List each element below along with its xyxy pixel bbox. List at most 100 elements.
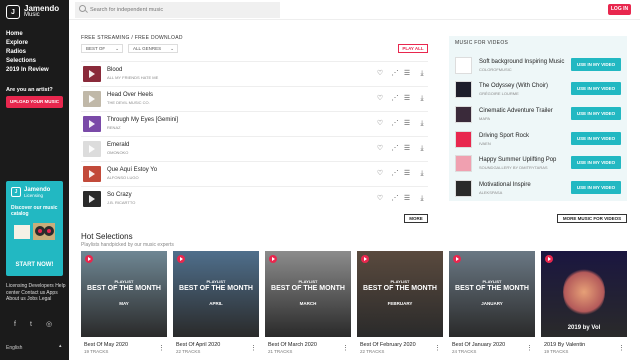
track-artist[interactable]: ALFONSO LUGO	[107, 175, 139, 180]
share-icon[interactable]: ⋰	[391, 145, 399, 152]
sort-dropdown[interactable]: BEST OF ⌄	[81, 44, 123, 53]
playlist-name[interactable]: 2019 By Valentin	[544, 342, 585, 348]
video-track-artist[interactable]: MAPA	[479, 116, 490, 121]
language-selector[interactable]: English	[6, 345, 22, 351]
more-options-icon[interactable]: ⋮	[434, 345, 441, 352]
track-title[interactable]: Que Aquí Estoy Yo	[107, 167, 157, 173]
video-track-cover[interactable]	[455, 155, 472, 172]
play-icon[interactable]	[85, 255, 93, 263]
more-options-icon[interactable]: ⋮	[342, 345, 349, 352]
video-track-artist[interactable]: COLOROFMUSIC	[479, 67, 512, 72]
video-track-cover[interactable]	[455, 57, 472, 74]
more-options-icon[interactable]: ⋮	[158, 345, 165, 352]
track-row[interactable]: Blood ALL MY FRIENDS HATE ME ♡ ⋰ ☰ ⤓	[81, 61, 428, 85]
play-icon[interactable]	[269, 255, 277, 263]
footer-links[interactable]: Licensing Developers Help center Contact…	[6, 283, 66, 303]
heart-icon[interactable]: ♡	[376, 195, 384, 202]
track-cover[interactable]	[83, 191, 101, 207]
more-options-icon[interactable]: ⋮	[618, 345, 625, 352]
playlist-cover[interactable]: PLAYLIST BEST OF THE MONTH MAY	[81, 251, 167, 337]
playlist-add-icon[interactable]: ☰	[403, 95, 411, 102]
search-input[interactable]	[75, 2, 280, 18]
play-icon[interactable]	[361, 255, 369, 263]
upload-music-button[interactable]: UPLOAD YOUR MUSIC	[6, 96, 63, 108]
video-track-row[interactable]: Cinematic Adventure Trailer MAPA USE IN MY…	[455, 106, 623, 126]
share-icon[interactable]: ⋰	[391, 95, 399, 102]
video-track-artist[interactable]: GRÉGOIRE LOURME	[479, 91, 519, 96]
video-track-artist[interactable]: SOUNDGALLERY BY DMITRYTARAS	[479, 165, 548, 170]
playlist-name[interactable]: Best Of January 2020	[452, 342, 505, 348]
chevron-up-icon[interactable]: ▴	[59, 343, 62, 349]
more-options-icon[interactable]: ⋮	[250, 345, 257, 352]
playlist-cover[interactable]: PLAYLIST BEST OF THE MONTH APRIL	[173, 251, 259, 337]
track-cover[interactable]	[83, 116, 101, 132]
video-track-artist[interactable]: IVAEN	[479, 141, 491, 146]
track-cover[interactable]	[83, 66, 101, 82]
instagram-icon[interactable]: ◎	[46, 321, 53, 328]
track-title[interactable]: So Crazy	[107, 192, 132, 198]
track-title[interactable]: Blood	[107, 67, 122, 73]
heart-icon[interactable]: ♡	[376, 70, 384, 77]
use-in-my-video-button[interactable]: USE IN MY VIDEO	[571, 132, 621, 145]
use-in-my-video-button[interactable]: USE IN MY VIDEO	[571, 58, 621, 71]
video-track-title[interactable]: The Odyssey (With Choir)	[479, 83, 548, 89]
video-track-title[interactable]: Happy Summer Uplifting Pop	[479, 157, 556, 163]
jamendo-logo[interactable]: J Jamendo Music	[6, 5, 59, 19]
heart-icon[interactable]: ♡	[376, 120, 384, 127]
track-row[interactable]: Head Over Heels THE DEVIL MUSIC CO. ♡ ⋰ ☰ ⤓	[81, 86, 428, 110]
playlist-name[interactable]: Best Of March 2020	[268, 342, 317, 348]
video-track-row[interactable]: Soft background Inspiring Music COLOROFMU…	[455, 57, 623, 77]
more-tracks-button[interactable]: MORE	[404, 214, 428, 223]
video-track-row[interactable]: Happy Summer Uplifting Pop SOUNDGALLERY B…	[455, 155, 623, 175]
video-track-row[interactable]: The Odyssey (With Choir) GRÉGOIRE LOURME U…	[455, 81, 623, 101]
video-track-title[interactable]: Motivational Inspire	[479, 182, 531, 188]
track-artist[interactable]: OMONOKO	[107, 150, 128, 155]
start-now-button[interactable]: START NOW!	[12, 262, 57, 268]
share-icon[interactable]: ⋰	[391, 70, 399, 77]
playlist-name[interactable]: Best Of May 2020	[84, 342, 128, 348]
heart-icon[interactable]: ♡	[376, 170, 384, 177]
track-cover[interactable]	[83, 166, 101, 182]
video-track-cover[interactable]	[455, 81, 472, 98]
playlist-add-icon[interactable]: ☰	[403, 195, 411, 202]
video-track-row[interactable]: Motivational Inspire ALEKSPASA USE IN MY V…	[455, 180, 623, 200]
more-options-icon[interactable]: ⋮	[526, 345, 533, 352]
video-track-title[interactable]: Soft background Inspiring Music	[479, 59, 564, 65]
play-icon[interactable]	[453, 255, 461, 263]
download-icon[interactable]: ⤓	[418, 145, 426, 152]
playlist-add-icon[interactable]: ☰	[403, 120, 411, 127]
video-track-cover[interactable]	[455, 131, 472, 148]
track-artist[interactable]: J.B. RICARTTO	[107, 200, 135, 205]
playlist-name[interactable]: Best Of April 2020	[176, 342, 220, 348]
download-icon[interactable]: ⤓	[418, 195, 426, 202]
track-cover[interactable]	[83, 141, 101, 157]
track-row[interactable]: So Crazy J.B. RICARTTO ♡ ⋰ ☰ ⤓	[81, 186, 428, 210]
track-title[interactable]: Emerald	[107, 142, 129, 148]
track-row[interactable]: Through My Eyes [Gemini] RENAZ ♡ ⋰ ☰ ⤓	[81, 111, 428, 135]
play-icon[interactable]	[177, 255, 185, 263]
playlist-cover[interactable]: 2019 by Vol	[541, 251, 627, 337]
video-track-artist[interactable]: ALEKSPASA	[479, 190, 502, 195]
use-in-my-video-button[interactable]: USE IN MY VIDEO	[571, 181, 621, 194]
track-artist[interactable]: RENAZ	[107, 125, 121, 130]
track-artist[interactable]: THE DEVIL MUSIC CO.	[107, 100, 150, 105]
heart-icon[interactable]: ♡	[376, 95, 384, 102]
genre-dropdown[interactable]: ALL GENRES ⌄	[128, 44, 178, 53]
more-music-for-videos-button[interactable]: MORE MUSIC FOR VIDEOS	[557, 214, 627, 223]
nav-explore[interactable]: Explore	[6, 39, 49, 48]
playlist-add-icon[interactable]: ☰	[403, 145, 411, 152]
share-icon[interactable]: ⋰	[391, 195, 399, 202]
nav-radios[interactable]: Radios	[6, 48, 49, 57]
licensing-banner[interactable]: J Jamendo Licensing Discover our music ca…	[6, 181, 63, 276]
play-icon[interactable]	[545, 255, 553, 263]
playlist-add-icon[interactable]: ☰	[403, 170, 411, 177]
track-artist[interactable]: ALL MY FRIENDS HATE ME	[107, 75, 158, 80]
download-icon[interactable]: ⤓	[418, 95, 426, 102]
nav-home[interactable]: Home	[6, 30, 49, 39]
track-row[interactable]: Emerald OMONOKO ♡ ⋰ ☰ ⤓	[81, 136, 428, 160]
playlist-cover[interactable]: PLAYLIST BEST OF THE MONTH FEBRUARY	[357, 251, 443, 337]
playlist-cover[interactable]: PLAYLIST BEST OF THE MONTH MARCH	[265, 251, 351, 337]
use-in-my-video-button[interactable]: USE IN MY VIDEO	[571, 156, 621, 169]
playlist-add-icon[interactable]: ☰	[403, 70, 411, 77]
heart-icon[interactable]: ♡	[376, 145, 384, 152]
